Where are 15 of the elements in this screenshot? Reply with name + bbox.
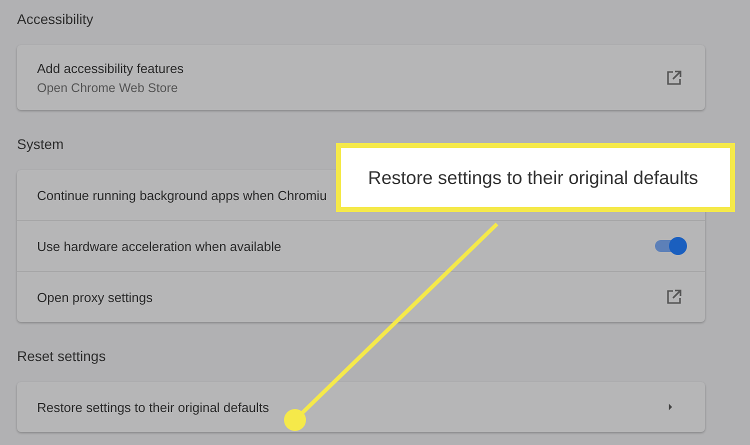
section-heading: Accessibility <box>17 10 94 29</box>
setting-label: Add accessibility features <box>37 60 184 76</box>
external-link-icon[interactable] <box>666 289 682 305</box>
setting-label: Use hardware acceleration when available <box>37 238 282 254</box>
setting-sublabel: Open Chrome Web Store <box>37 80 179 94</box>
setting-label: Restore settings to their original defaults <box>37 400 269 414</box>
pointer-dot <box>284 409 306 431</box>
section-heading: Reset settings <box>17 347 107 366</box>
setting-label: Continue running background apps when Chromiu <box>37 188 327 202</box>
caret-icon[interactable] <box>668 403 673 411</box>
setting-label: Open proxy settings <box>37 290 153 304</box>
external-link-icon[interactable] <box>666 70 682 86</box>
callout-text: Restore settings to their original defaults <box>336 143 735 212</box>
toggle-switch[interactable] <box>655 240 685 252</box>
section-heading: System <box>17 135 65 154</box>
